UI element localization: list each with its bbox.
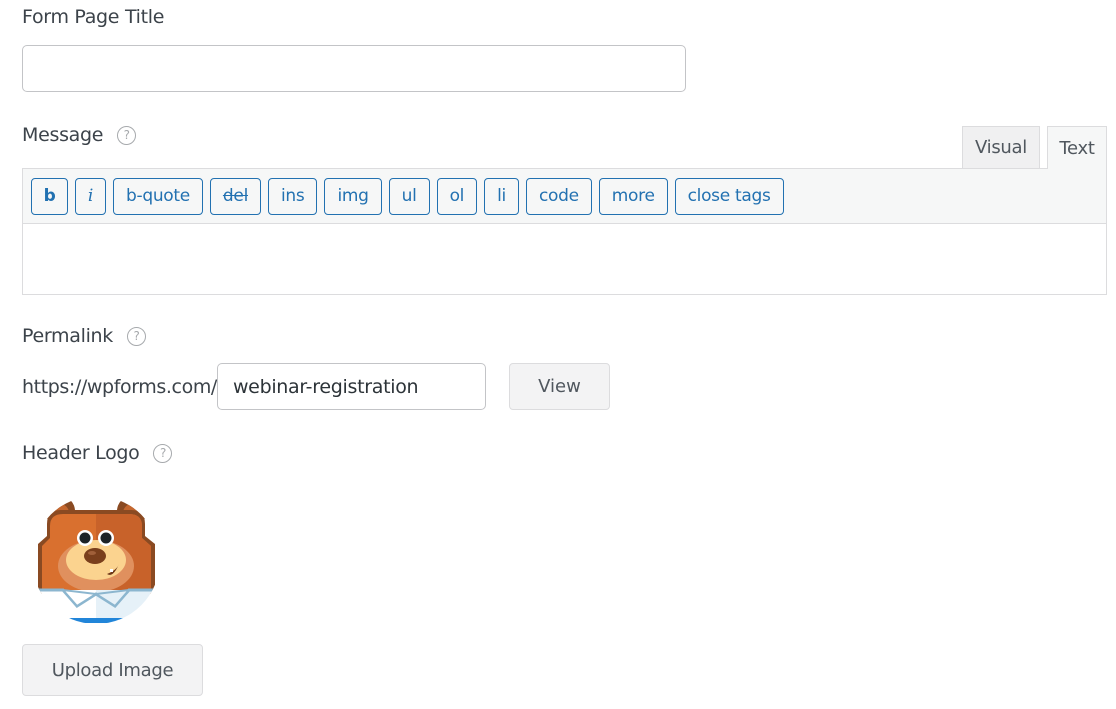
list-item-button[interactable]: li [484,177,519,215]
bear-nose [84,548,106,564]
code-button[interactable]: code [525,177,592,215]
help-icon[interactable]: ? [153,443,173,463]
bear-logo-image [33,496,160,624]
quicktags-toolbar: b i b-quote del ins img ul ol li code mo… [23,169,1106,224]
permalink-prefix: https://wpforms.com/ [22,375,217,398]
bold-button[interactable]: b [31,177,68,215]
unordered-list-button[interactable]: ul [388,177,430,215]
more-button[interactable]: more [598,177,668,215]
permalink-label: Permalink ? [22,325,147,347]
message-label-text: Message [22,124,104,146]
bear-eye-right [100,532,112,544]
tab-visual[interactable]: Visual [962,126,1040,169]
header-logo-label-text: Header Logo [22,442,140,464]
form-page-title-label: Form Page Title [22,6,164,28]
form-pages-settings: Form Page Title Message ? Visual Text b … [0,0,1116,709]
permalink-label-text: Permalink [22,325,114,347]
ordered-list-button[interactable]: ol [436,177,478,215]
message-label: Message ? [22,124,137,146]
tab-visual-label: Visual [975,137,1027,158]
message-editor: b i b-quote del ins img ul ol li code mo… [22,168,1107,295]
tab-text-label: Text [1059,137,1095,159]
italic-button[interactable]: i [75,177,106,215]
close-tags-button[interactable]: close tags [674,177,784,215]
view-button[interactable]: View [508,363,610,410]
message-textarea[interactable] [23,224,1106,294]
delete-button[interactable]: del [209,177,261,215]
form-page-title-label-text: Form Page Title [22,6,165,28]
permalink-row: https://wpforms.com/ View [22,363,610,410]
insert-button[interactable]: ins [268,177,318,215]
form-page-title-input[interactable] [22,45,686,92]
blockquote-button[interactable]: b-quote [113,177,203,215]
tab-text[interactable]: Text [1047,126,1107,169]
upload-image-button[interactable]: Upload Image [22,644,203,696]
image-button[interactable]: img [324,177,382,215]
bear-eye-left [79,532,91,544]
help-icon[interactable]: ? [127,326,147,346]
permalink-slug-input[interactable] [216,363,486,410]
help-icon[interactable]: ? [117,125,137,145]
header-logo-label: Header Logo ? [22,442,173,464]
